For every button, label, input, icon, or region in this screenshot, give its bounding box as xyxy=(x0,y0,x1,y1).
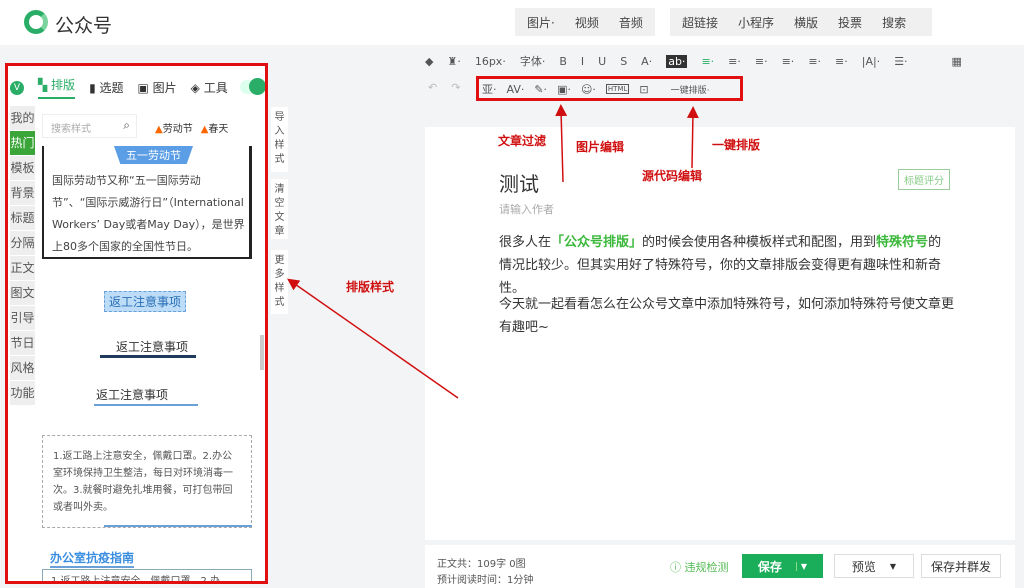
save-publish-button[interactable]: 保存并群发 xyxy=(921,554,1001,578)
save-button[interactable]: 保存 ▼ xyxy=(742,554,823,578)
save-label: 保存 xyxy=(757,559,782,574)
annotation-arrows xyxy=(287,104,699,399)
preview-button[interactable]: 预览 ▼ xyxy=(834,554,914,578)
read-time: 预计阅读时间：1分钟 xyxy=(437,575,534,586)
word-count: 正文共：109字 0图 xyxy=(437,559,526,570)
check-label: 违规检测 xyxy=(684,561,729,574)
info-icon: ⓘ xyxy=(670,561,685,574)
chevron-down-icon[interactable]: ▼ xyxy=(795,561,807,571)
chevron-down-icon: ▼ xyxy=(889,561,897,571)
compliance-check-link[interactable]: ⓘ 违规检测 xyxy=(670,559,729,575)
preview-label: 预览 xyxy=(851,559,876,574)
